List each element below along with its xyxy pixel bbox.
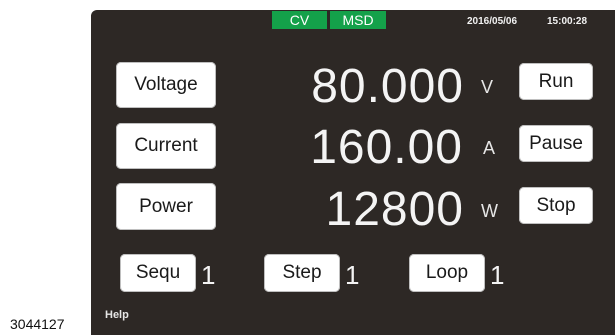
voltage-unit: V — [481, 77, 494, 97]
date-display: 2016/05/06 — [467, 16, 518, 27]
figure-id: 3044127 — [10, 316, 65, 332]
current-reading: 160.00 — [310, 121, 463, 174]
run-button[interactable]: Run — [519, 63, 593, 100]
sequ-button[interactable]: Sequ — [120, 254, 196, 292]
current-button[interactable]: Current — [116, 123, 216, 169]
mode-badge-cv: CV — [272, 11, 327, 29]
power-reading: 12800 — [325, 183, 464, 236]
sequ-counter: 1 — [201, 260, 216, 290]
voltage-reading: 80.000 — [311, 60, 464, 113]
time-display: 15:00:28 — [547, 16, 588, 27]
loop-counter: 1 — [490, 260, 505, 290]
stop-button[interactable]: Stop — [519, 187, 593, 224]
step-button[interactable]: Step — [264, 254, 340, 292]
power-button[interactable]: Power — [116, 183, 216, 230]
pause-button[interactable]: Pause — [519, 125, 593, 162]
power-unit: W — [481, 201, 498, 221]
mode-badge-msd: MSD — [330, 11, 386, 29]
current-unit: A — [483, 138, 496, 158]
step-counter: 1 — [345, 260, 360, 290]
loop-button[interactable]: Loop — [409, 254, 485, 292]
voltage-button[interactable]: Voltage — [116, 62, 216, 108]
instrument-screen: CV MSD 2016/05/06 15:00:28 Voltage Curre… — [91, 10, 615, 335]
help-link[interactable]: Help — [105, 309, 129, 321]
